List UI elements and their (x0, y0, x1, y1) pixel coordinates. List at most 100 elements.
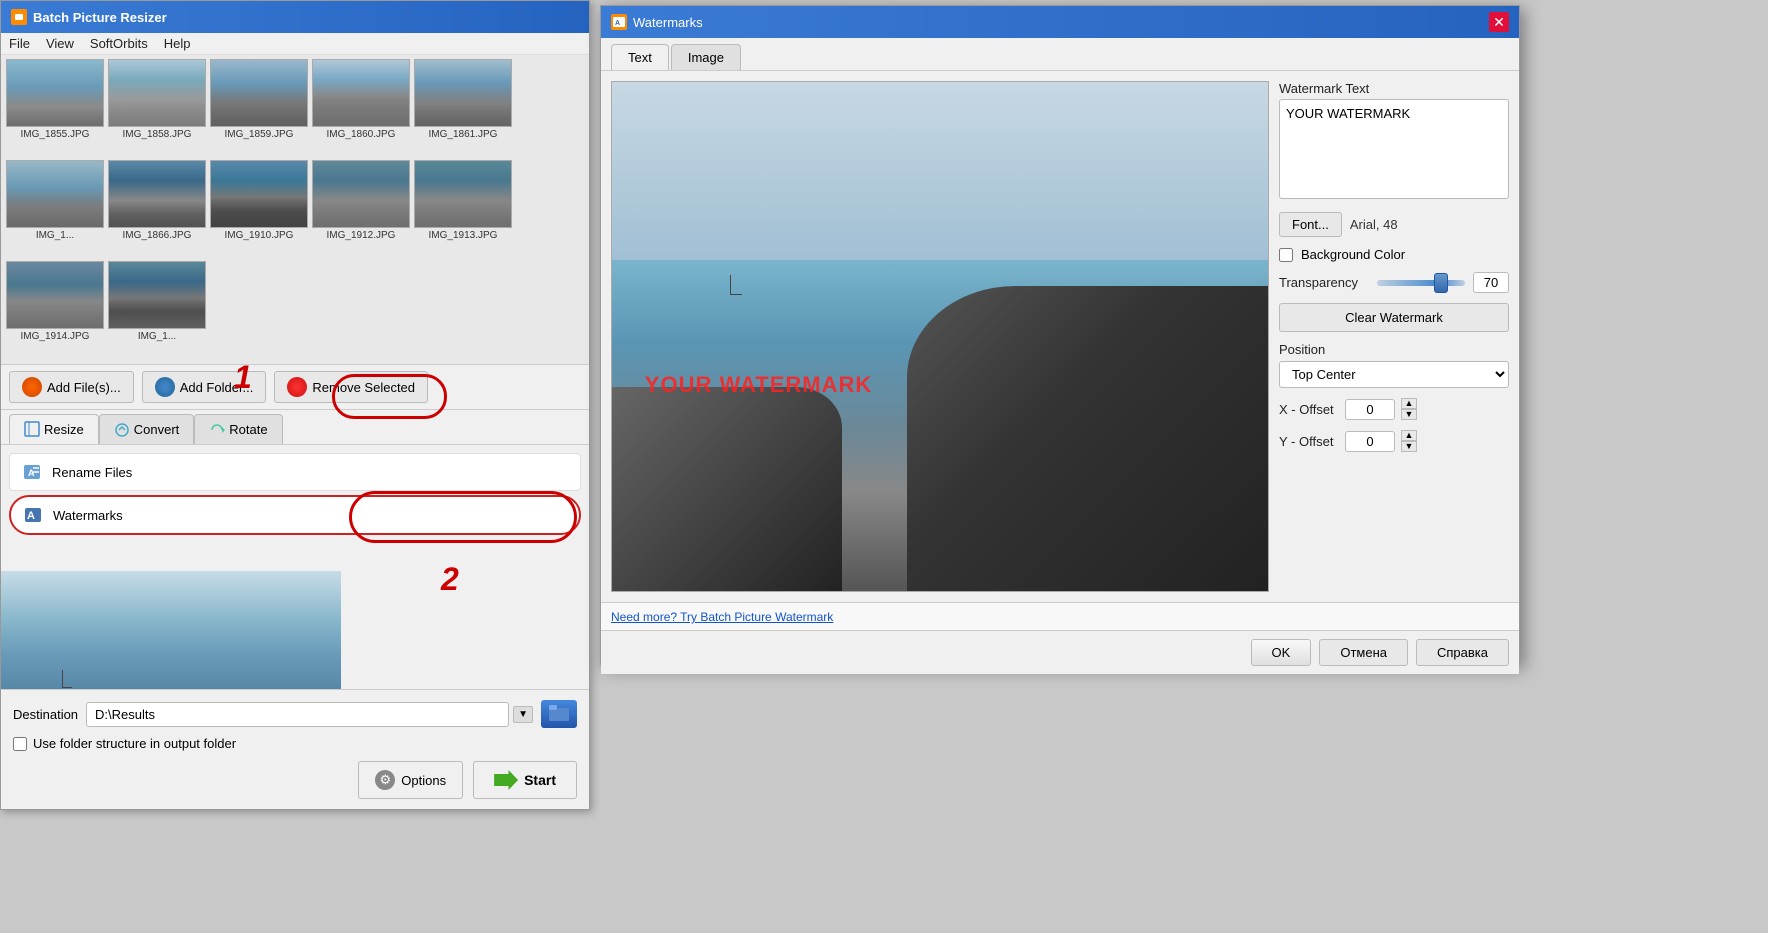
add-folder-button[interactable]: Add Folder... (142, 371, 267, 403)
destination-browse-button[interactable] (541, 700, 577, 728)
menu-softorbits[interactable]: SoftOrbits (90, 36, 148, 51)
destination-dropdown-arrow[interactable]: ▼ (513, 706, 533, 723)
x-offset-row: X - Offset ▲ ▼ (1279, 398, 1509, 420)
thumbnail-area: IMG_1855.JPG IMG_1858.JPG IMG_1859.JPG I… (1, 55, 589, 365)
cancel-label: Отмена (1340, 645, 1387, 660)
list-item[interactable]: IMG_1866.JPG (107, 160, 207, 259)
thumbnail-label: IMG_1866.JPG (123, 230, 192, 241)
y-offset-down[interactable]: ▼ (1401, 441, 1417, 452)
folder-structure-label: Use folder structure in output folder (33, 736, 236, 751)
transparency-value-input[interactable] (1473, 272, 1509, 293)
batch-picture-watermark-link[interactable]: Need more? Try Batch Picture Watermark (611, 610, 833, 624)
thumbnail-label: IMG_1859.JPG (225, 129, 294, 140)
list-item[interactable]: IMG_1912.JPG (311, 160, 411, 259)
list-item[interactable]: IMG_1... (5, 160, 105, 259)
menu-view[interactable]: View (46, 36, 74, 51)
convert-tab-icon (114, 422, 130, 438)
thumbnail-label: IMG_1... (36, 230, 74, 241)
thumbnail-image (6, 160, 104, 228)
bottom-area: Destination ▼ Use folder structure in ou… (1, 689, 589, 809)
list-item[interactable]: IMG_1861.JPG (413, 59, 513, 158)
add-files-button[interactable]: Add File(s)... (9, 371, 134, 403)
annotation-number-2: 2 (441, 561, 459, 598)
tab-image[interactable]: Image (671, 44, 741, 70)
rename-files-item[interactable]: A Rename Files (9, 453, 581, 491)
watermark-preview-pane: YOUR WATERMARK (611, 81, 1269, 592)
tab-text[interactable]: Text (611, 44, 669, 70)
list-item[interactable]: IMG_1914.JPG (5, 261, 105, 360)
watermarks-dialog: A Watermarks ✕ Text Image (600, 5, 1520, 665)
transparency-row: Transparency (1279, 272, 1509, 293)
add-folder-icon (155, 377, 175, 397)
tab-convert-label: Convert (134, 422, 180, 437)
thumbnail-label: IMG_1912.JPG (327, 230, 396, 241)
tab-rotate[interactable]: Rotate (194, 414, 282, 444)
thumbnail-image (6, 261, 104, 329)
transparency-slider-thumb[interactable] (1434, 273, 1448, 293)
destination-input[interactable] (86, 702, 509, 727)
background-color-checkbox[interactable] (1279, 248, 1293, 262)
main-window: Batch Picture Resizer File View SoftOrbi… (0, 0, 590, 810)
watermarks-item[interactable]: A Watermarks (9, 495, 581, 535)
dialog-title: Watermarks (633, 15, 703, 30)
x-offset-up[interactable]: ▲ (1401, 398, 1417, 409)
main-title-bar: Batch Picture Resizer (1, 1, 589, 33)
thumbnail-image (210, 160, 308, 228)
clear-watermark-button[interactable]: Clear Watermark (1279, 303, 1509, 332)
x-offset-spinner: ▲ ▼ (1401, 398, 1417, 420)
list-item[interactable]: IMG_1855.JPG (5, 59, 105, 158)
watermark-textarea[interactable]: YOUR WATERMARK (1279, 99, 1509, 199)
remove-selected-button[interactable]: Remove Selected (274, 371, 428, 403)
thumbnail-image (414, 160, 512, 228)
folder-structure-row: Use folder structure in output folder (13, 736, 577, 751)
list-item[interactable]: IMG_1... (107, 261, 207, 360)
thumbnail-image (108, 261, 206, 329)
list-item[interactable]: IMG_1860.JPG (311, 59, 411, 158)
folder-structure-checkbox[interactable] (13, 737, 27, 751)
x-offset-input[interactable] (1345, 399, 1395, 420)
list-item[interactable]: IMG_1859.JPG (209, 59, 309, 158)
y-offset-label: Y - Offset (1279, 434, 1339, 449)
y-offset-up[interactable]: ▲ (1401, 430, 1417, 441)
font-btn-label: Font... (1292, 217, 1329, 232)
help-button[interactable]: Справка (1416, 639, 1509, 666)
clear-watermark-label: Clear Watermark (1345, 310, 1443, 325)
position-section: Position Top Left Top Center Top Right M… (1279, 342, 1509, 388)
add-files-label: Add File(s)... (47, 380, 121, 395)
tab-text-label: Text (628, 50, 652, 65)
ok-button[interactable]: OK (1251, 639, 1312, 666)
y-offset-row: Y - Offset ▲ ▼ (1279, 430, 1509, 452)
list-item[interactable]: IMG_1858.JPG (107, 59, 207, 158)
thumbnail-image (210, 59, 308, 127)
dialog-tab-bar: Text Image (601, 38, 1519, 71)
tab-resize[interactable]: Resize (9, 414, 99, 444)
dialog-close-button[interactable]: ✕ (1489, 12, 1509, 32)
font-value: Arial, 48 (1350, 217, 1398, 232)
watermarks-label: Watermarks (53, 508, 123, 523)
tab-image-label: Image (688, 50, 724, 65)
thumbnail-image (312, 59, 410, 127)
position-select[interactable]: Top Left Top Center Top Right Middle Lef… (1279, 361, 1509, 388)
list-item[interactable]: IMG_1910.JPG (209, 160, 309, 259)
cancel-button[interactable]: Отмена (1319, 639, 1408, 666)
x-offset-label: X - Offset (1279, 402, 1339, 417)
svg-text:A: A (28, 468, 35, 478)
menu-file[interactable]: File (9, 36, 30, 51)
thumbnail-label: IMG_1... (138, 331, 176, 342)
start-button[interactable]: Start (473, 761, 577, 799)
preview-boat (62, 670, 72, 688)
rocks-left (612, 387, 842, 591)
dialog-link-area: Need more? Try Batch Picture Watermark (601, 602, 1519, 630)
font-button[interactable]: Font... (1279, 212, 1342, 237)
menu-help[interactable]: Help (164, 36, 191, 51)
x-offset-down[interactable]: ▼ (1401, 409, 1417, 420)
options-button[interactable]: ⚙ Options (358, 761, 463, 799)
tab-convert[interactable]: Convert (99, 414, 195, 444)
app-icon (11, 9, 27, 25)
list-item[interactable]: IMG_1913.JPG (413, 160, 513, 259)
tab-resize-label: Resize (44, 422, 84, 437)
rename-files-label: Rename Files (52, 465, 132, 480)
add-files-icon (22, 377, 42, 397)
options-label: Options (401, 773, 446, 788)
y-offset-input[interactable] (1345, 431, 1395, 452)
